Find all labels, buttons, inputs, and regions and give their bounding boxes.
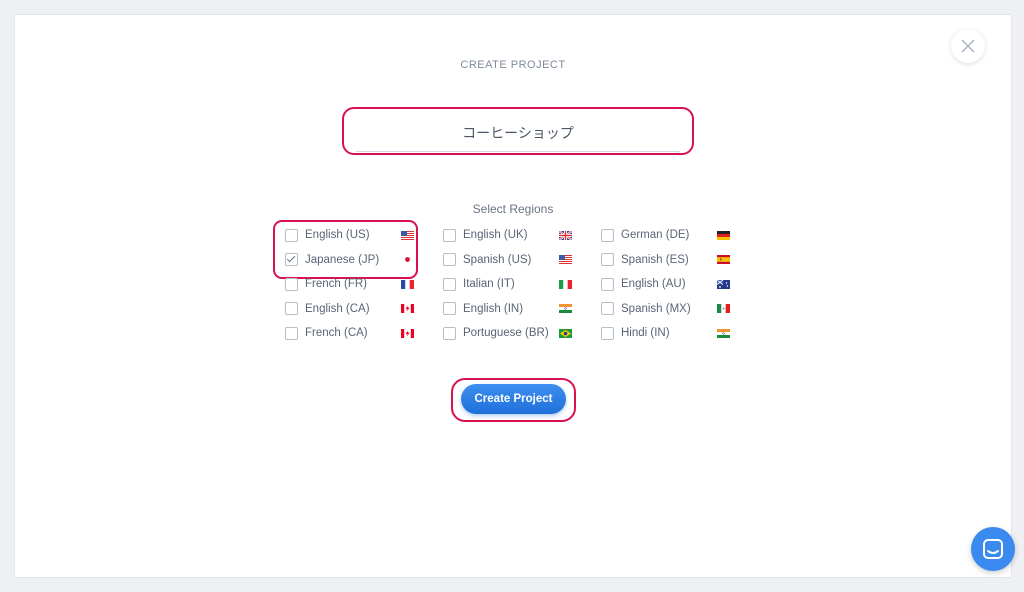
region-option[interactable]: English (AU): [595, 272, 753, 297]
flag-us-icon: [401, 230, 414, 240]
flag-mx-icon: [717, 304, 730, 314]
region-checkbox[interactable]: [443, 228, 456, 242]
region-checkbox[interactable]: [285, 228, 298, 242]
flag-in-icon: [559, 304, 572, 314]
flag-uk-icon: [559, 230, 572, 240]
region-option[interactable]: Italian (IT): [437, 272, 595, 297]
region-label: Spanish (MX): [621, 302, 691, 315]
region-label: Portuguese (BR): [463, 327, 549, 340]
region-checkbox[interactable]: [285, 253, 298, 267]
flag-br-icon: [559, 328, 572, 338]
flag-es-icon: [717, 255, 730, 265]
region-option[interactable]: French (CA): [279, 321, 437, 346]
region-checkbox[interactable]: [443, 277, 456, 291]
flag-ca-icon: [401, 328, 414, 338]
region-label: English (AU): [621, 278, 686, 291]
region-option[interactable]: Hindi (IN): [595, 321, 753, 346]
flag-jp-icon: [401, 255, 414, 265]
create-project-button[interactable]: Create Project: [461, 384, 566, 414]
modal-title: CREATE PROJECT: [460, 59, 566, 71]
region-option[interactable]: German (DE): [595, 223, 753, 248]
region-label: English (CA): [305, 302, 370, 315]
region-checkbox[interactable]: [601, 253, 614, 267]
flag-in-icon: [717, 328, 730, 338]
select-regions-label: Select Regions: [472, 202, 554, 216]
region-checkbox[interactable]: [443, 326, 456, 340]
flag-it-icon: [559, 279, 572, 289]
region-label: Japanese (JP): [305, 253, 380, 266]
region-label: Italian (IT): [463, 278, 515, 291]
region-label: French (FR): [305, 278, 367, 291]
flag-de-icon: [717, 230, 730, 240]
region-option[interactable]: English (UK): [437, 223, 595, 248]
create-project-modal: CREATE PROJECT Select Regions English (U…: [14, 14, 1012, 578]
region-option[interactable]: English (US): [279, 223, 437, 248]
flag-us-icon: [559, 255, 572, 265]
region-checkbox[interactable]: [443, 253, 456, 267]
create-button-highlight: Create Project: [451, 378, 576, 422]
region-checkbox[interactable]: [285, 302, 298, 316]
region-option[interactable]: Spanish (US): [437, 248, 595, 273]
flag-fr-icon: [401, 279, 414, 289]
region-label: Spanish (ES): [621, 253, 689, 266]
project-name-input[interactable]: [356, 115, 680, 152]
region-label: English (US): [305, 229, 370, 242]
region-option[interactable]: English (CA): [279, 297, 437, 322]
close-button[interactable]: [951, 29, 985, 63]
region-checkbox[interactable]: [285, 277, 298, 291]
region-option[interactable]: Spanish (MX): [595, 297, 753, 322]
region-label: Spanish (US): [463, 253, 532, 266]
region-option[interactable]: Spanish (ES): [595, 248, 753, 273]
chat-icon: [983, 539, 1003, 559]
region-label: Hindi (IN): [621, 327, 670, 340]
region-checkbox[interactable]: [443, 302, 456, 316]
chat-launcher-button[interactable]: [971, 527, 1015, 571]
region-checkbox[interactable]: [601, 326, 614, 340]
flag-ca-icon: [401, 304, 414, 314]
regions-grid: English (US) English (UK) German (DE) Japan…: [279, 223, 759, 346]
region-checkbox[interactable]: [601, 302, 614, 316]
region-checkbox[interactable]: [285, 326, 298, 340]
region-label: English (UK): [463, 229, 528, 242]
region-checkbox[interactable]: [601, 277, 614, 291]
region-label: German (DE): [621, 229, 690, 242]
flag-au-icon: [717, 279, 730, 289]
project-name-highlight: [342, 107, 694, 155]
close-icon: [961, 39, 975, 53]
region-label: English (IN): [463, 302, 524, 315]
region-checkbox[interactable]: [601, 228, 614, 242]
region-option[interactable]: Japanese (JP): [279, 248, 437, 273]
region-option[interactable]: Portuguese (BR): [437, 321, 595, 346]
region-label: French (CA): [305, 327, 368, 340]
region-option[interactable]: French (FR): [279, 272, 437, 297]
region-option[interactable]: English (IN): [437, 297, 595, 322]
